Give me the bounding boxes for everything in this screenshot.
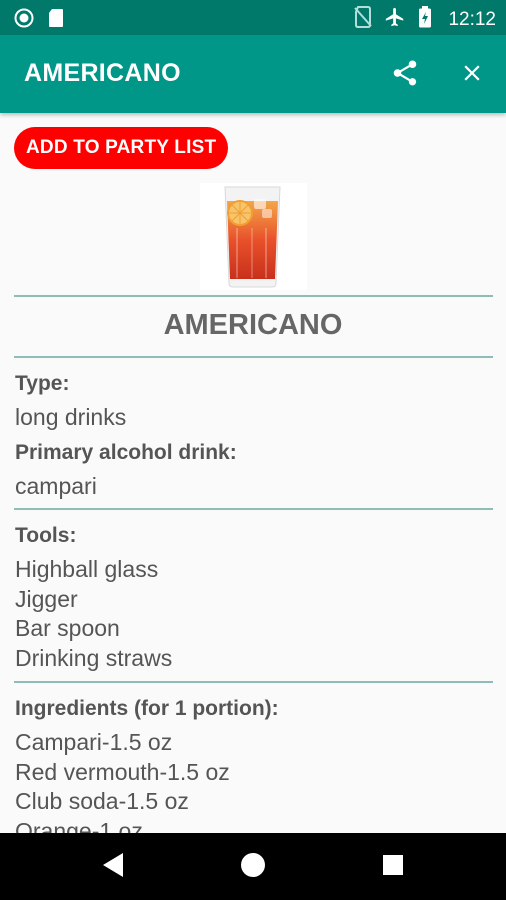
ingredients-list: Campari-1.5 oz Red vermouth-1.5 oz Club … bbox=[15, 728, 230, 833]
divider bbox=[14, 295, 493, 297]
close-icon bbox=[459, 60, 485, 91]
ingredients-label: Ingredients (for 1 portion): bbox=[15, 697, 279, 720]
drink-image bbox=[200, 183, 307, 290]
add-to-party-list-button[interactable]: ADD TO PARTY LIST bbox=[14, 127, 229, 169]
list-item: Bar spoon bbox=[15, 615, 120, 641]
list-item: Orange-1 oz bbox=[15, 817, 143, 834]
record-icon bbox=[14, 8, 34, 33]
no-sim-icon bbox=[354, 6, 373, 33]
share-icon bbox=[390, 58, 420, 93]
close-button[interactable] bbox=[452, 55, 492, 95]
list-item: Campari-1.5 oz bbox=[15, 729, 173, 755]
type-label: Type: bbox=[15, 372, 70, 395]
status-time: 12:12 bbox=[448, 8, 496, 30]
back-icon bbox=[101, 852, 125, 883]
list-item: Highball glass bbox=[15, 556, 159, 582]
divider bbox=[14, 681, 493, 683]
recents-button[interactable] bbox=[377, 851, 409, 883]
navigation-bar bbox=[0, 833, 506, 900]
airplane-icon bbox=[384, 6, 406, 33]
back-button[interactable] bbox=[97, 851, 129, 883]
app-bar: AMERICANO bbox=[0, 35, 506, 113]
list-item: Jigger bbox=[15, 585, 78, 612]
primary-alcohol-label: Primary alcohol drink: bbox=[15, 441, 237, 464]
sd-card-icon bbox=[48, 8, 64, 33]
battery-charging-icon bbox=[418, 6, 432, 33]
list-item: Red vermouth-1.5 oz bbox=[15, 758, 230, 785]
home-icon bbox=[240, 852, 266, 883]
primary-alcohol-value: campari bbox=[15, 473, 97, 499]
recents-icon bbox=[382, 854, 404, 881]
home-button[interactable] bbox=[237, 851, 269, 883]
tools-label: Tools: bbox=[15, 524, 77, 547]
list-item: Club soda-1.5 oz bbox=[15, 788, 189, 814]
list-item: Drinking straws bbox=[15, 644, 173, 671]
divider bbox=[14, 356, 493, 358]
divider bbox=[14, 508, 493, 510]
share-button[interactable] bbox=[385, 55, 425, 95]
drink-details[interactable]: ADD TO PARTY LIST AMERICANO Type: long d… bbox=[0, 113, 506, 833]
tools-list: Highball glass Jigger Bar spoon Drinking… bbox=[15, 555, 172, 673]
type-value: long drinks bbox=[15, 404, 127, 430]
status-bar: 12:12 bbox=[0, 0, 506, 35]
drink-name: AMERICANO bbox=[163, 309, 343, 341]
page-title: AMERICANO bbox=[24, 59, 181, 87]
